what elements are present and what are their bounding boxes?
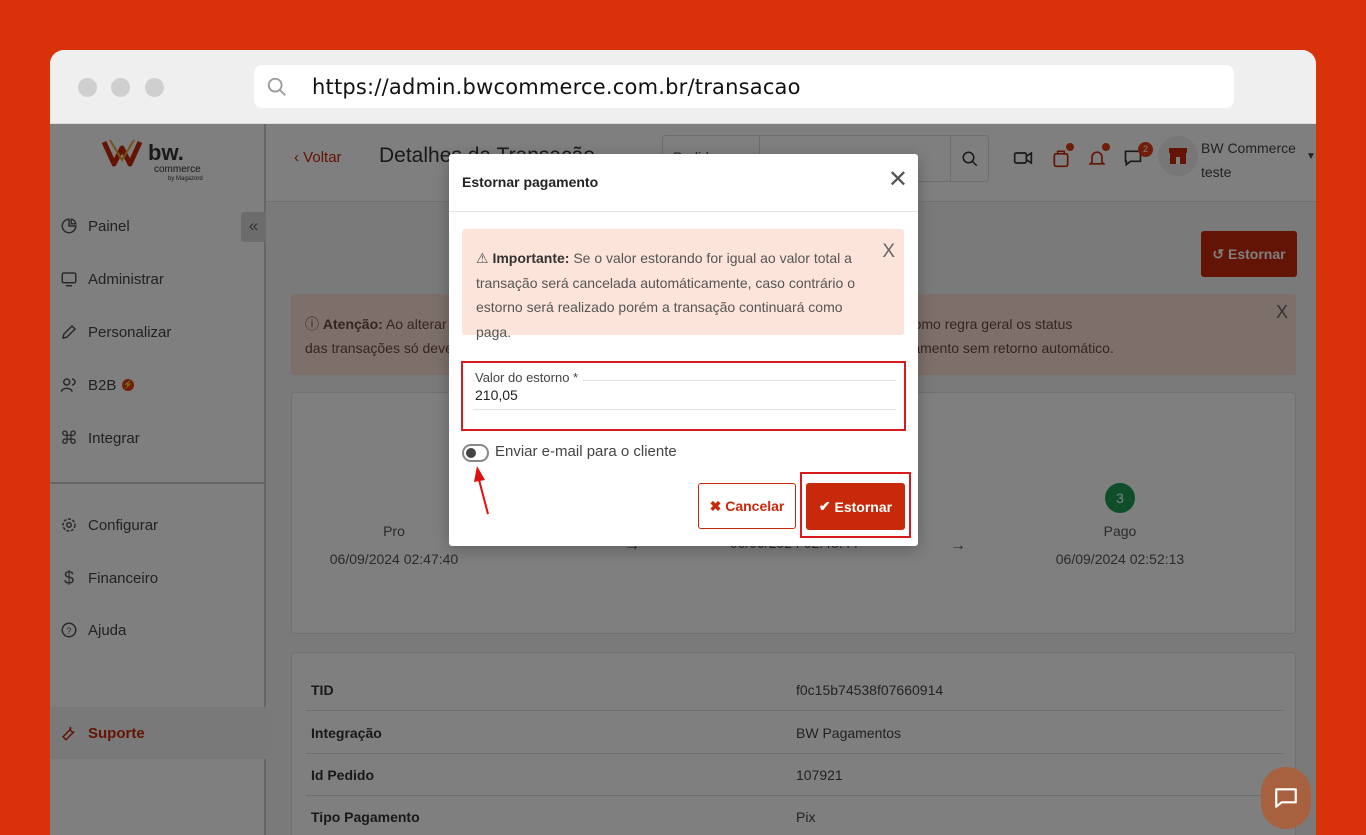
modal-header: Estornar pagamento ✕	[449, 154, 918, 212]
window-dot	[78, 78, 97, 97]
cancel-button[interactable]: ✖ Cancelar	[698, 483, 796, 529]
close-icon[interactable]: X	[882, 240, 895, 265]
url-text: https://admin.bwcommerce.com.br/transaca…	[312, 75, 801, 99]
email-toggle[interactable]	[462, 444, 489, 462]
address-bar[interactable]: https://admin.bwcommerce.com.br/transaca…	[254, 65, 1234, 108]
check-icon: ✔	[818, 498, 835, 514]
modal-title: Estornar pagamento	[462, 174, 599, 190]
chat-icon	[1275, 788, 1297, 808]
toggle-knob	[466, 448, 476, 458]
confirm-refund-button[interactable]: ✔ Estornar	[806, 483, 905, 530]
search-icon	[267, 77, 286, 96]
important-alert: ⚠ Importante: Se o valor estorando for i…	[462, 229, 904, 340]
window-dot	[111, 78, 130, 97]
refund-modal: Estornar pagamento ✕ ⚠ Importante: Se o …	[449, 154, 918, 546]
annotation-arrow-icon	[474, 466, 489, 515]
browser-toolbar: https://admin.bwcommerce.com.br/transaca…	[50, 50, 1316, 124]
email-toggle-label: Enviar e-mail para o cliente	[495, 443, 677, 460]
refund-amount-label: Valor do estorno *	[475, 370, 583, 385]
chat-button[interactable]	[1261, 767, 1311, 829]
close-icon[interactable]: ✕	[888, 168, 908, 192]
x-icon: ✖	[709, 497, 726, 514]
refund-amount-field: Valor do estorno *	[461, 361, 906, 431]
window-dot	[145, 78, 164, 97]
warning-icon: ⚠	[476, 250, 493, 266]
